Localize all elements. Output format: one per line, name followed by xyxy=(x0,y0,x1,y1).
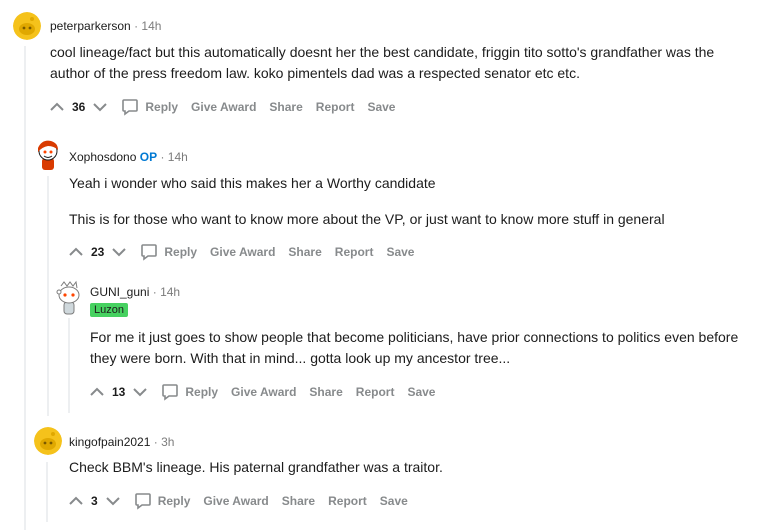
comment-bubble-icon xyxy=(134,493,151,510)
comment-paragraph: Check BBM's lineage. His paternal grandf… xyxy=(69,459,443,475)
thread-line[interactable] xyxy=(68,318,70,413)
comment-time[interactable]: 3h xyxy=(161,435,174,449)
vote-control: 3 xyxy=(69,494,120,508)
comment-body: Yeah i wonder who said this makes her a … xyxy=(69,173,759,230)
upvote-icon[interactable] xyxy=(69,496,83,506)
report-button[interactable]: Report xyxy=(328,494,367,508)
thread-line[interactable] xyxy=(47,176,49,416)
meta-separator: · xyxy=(152,285,157,299)
comment-meta: Xophosdono OP · 14h xyxy=(69,150,188,164)
reply-label: Reply xyxy=(145,100,179,114)
comment-time[interactable]: 14h xyxy=(141,19,161,33)
comment-paragraph: Yeah i wonder who said this makes her a … xyxy=(69,175,436,191)
avatar[interactable] xyxy=(34,138,62,172)
vote-control: 36 xyxy=(50,100,108,114)
report-button[interactable]: Report xyxy=(316,100,355,114)
comment-bubble-icon xyxy=(141,244,158,261)
save-button[interactable]: Save xyxy=(407,385,435,399)
thread-line[interactable] xyxy=(46,462,48,522)
comment-body: cool lineage/fact but this automatically… xyxy=(50,42,755,84)
share-button[interactable]: Share xyxy=(309,385,342,399)
meta-separator: · xyxy=(153,435,158,449)
op-badge: OP xyxy=(139,150,158,164)
give-award-button[interactable]: Give Award xyxy=(210,245,275,259)
comment-meta: kingofpain2021 · 3h xyxy=(69,435,174,449)
save-button[interactable]: Save xyxy=(380,494,408,508)
reply-button[interactable]: Reply xyxy=(140,243,197,261)
avatar[interactable] xyxy=(55,280,83,316)
reply-button[interactable]: Reply xyxy=(134,492,191,510)
comment-time[interactable]: 14h xyxy=(160,285,180,299)
vote-control: 13 xyxy=(90,385,148,399)
comment-author[interactable]: peterparkerson xyxy=(50,19,131,33)
thread-line[interactable] xyxy=(24,46,26,530)
downvote-icon[interactable] xyxy=(93,102,108,112)
reply-label: Reply xyxy=(157,494,191,508)
comment-author[interactable]: GUNI_guni xyxy=(90,285,149,299)
avatar[interactable] xyxy=(13,12,41,40)
upvote-icon[interactable] xyxy=(50,102,64,112)
reply-button[interactable]: Reply xyxy=(161,383,218,401)
comment-bubble-icon xyxy=(162,384,179,401)
vote-score: 3 xyxy=(91,494,98,508)
vote-control: 23 xyxy=(69,245,127,259)
comment-meta: GUNI_guni · 14h xyxy=(90,285,180,299)
vote-score: 36 xyxy=(72,100,86,114)
snoo-avatar-icon xyxy=(13,12,41,40)
report-button[interactable]: Report xyxy=(356,385,395,399)
comment-paragraph: cool lineage/fact but this automatically… xyxy=(50,44,715,81)
save-button[interactable]: Save xyxy=(386,245,414,259)
save-button[interactable]: Save xyxy=(367,100,395,114)
reply-button[interactable]: Reply xyxy=(121,98,178,116)
upvote-icon[interactable] xyxy=(90,387,104,397)
comment-paragraph: For me it just goes to show people that … xyxy=(90,329,739,366)
share-button[interactable]: Share xyxy=(282,494,315,508)
comment-actions: 23 Reply Give Award Share Report Save xyxy=(69,241,427,263)
comment-bubble-icon xyxy=(122,99,139,116)
give-award-button[interactable]: Give Award xyxy=(203,494,268,508)
meta-separator: · xyxy=(134,19,139,33)
reply-label: Reply xyxy=(185,385,219,399)
downvote-icon[interactable] xyxy=(112,247,127,257)
comment-paragraph: This is for those who want to know more … xyxy=(69,211,665,227)
downvote-icon[interactable] xyxy=(105,496,120,506)
user-flair[interactable]: Luzon xyxy=(90,303,128,317)
downvote-icon[interactable] xyxy=(133,387,148,397)
snoo-avatar-icon xyxy=(56,280,80,315)
snoo-avatar-icon xyxy=(38,140,58,170)
avatar[interactable] xyxy=(34,427,62,455)
share-button[interactable]: Share xyxy=(269,100,302,114)
comment-actions: 13 Reply Give Award Share Report Save xyxy=(90,381,448,403)
comment-body: For me it just goes to show people that … xyxy=(90,327,755,369)
comment-actions: 36 Reply Give Award Share Report Save xyxy=(50,96,408,118)
comment-body: Check BBM's lineage. His paternal grandf… xyxy=(69,457,759,478)
vote-score: 13 xyxy=(112,385,126,399)
meta-separator: · xyxy=(160,150,165,164)
upvote-icon[interactable] xyxy=(69,247,83,257)
give-award-button[interactable]: Give Award xyxy=(231,385,296,399)
reply-label: Reply xyxy=(164,245,198,259)
vote-score: 23 xyxy=(91,245,105,259)
comment-author[interactable]: kingofpain2021 xyxy=(69,435,150,449)
comment-meta: peterparkerson · 14h xyxy=(50,19,161,33)
snoo-avatar-icon xyxy=(34,427,62,455)
comment-actions: 3 Reply Give Award Share Report Save xyxy=(69,490,421,512)
comment-author[interactable]: Xophosdono xyxy=(69,150,136,164)
comment-time[interactable]: 14h xyxy=(168,150,188,164)
give-award-button[interactable]: Give Award xyxy=(191,100,256,114)
share-button[interactable]: Share xyxy=(288,245,321,259)
report-button[interactable]: Report xyxy=(335,245,374,259)
